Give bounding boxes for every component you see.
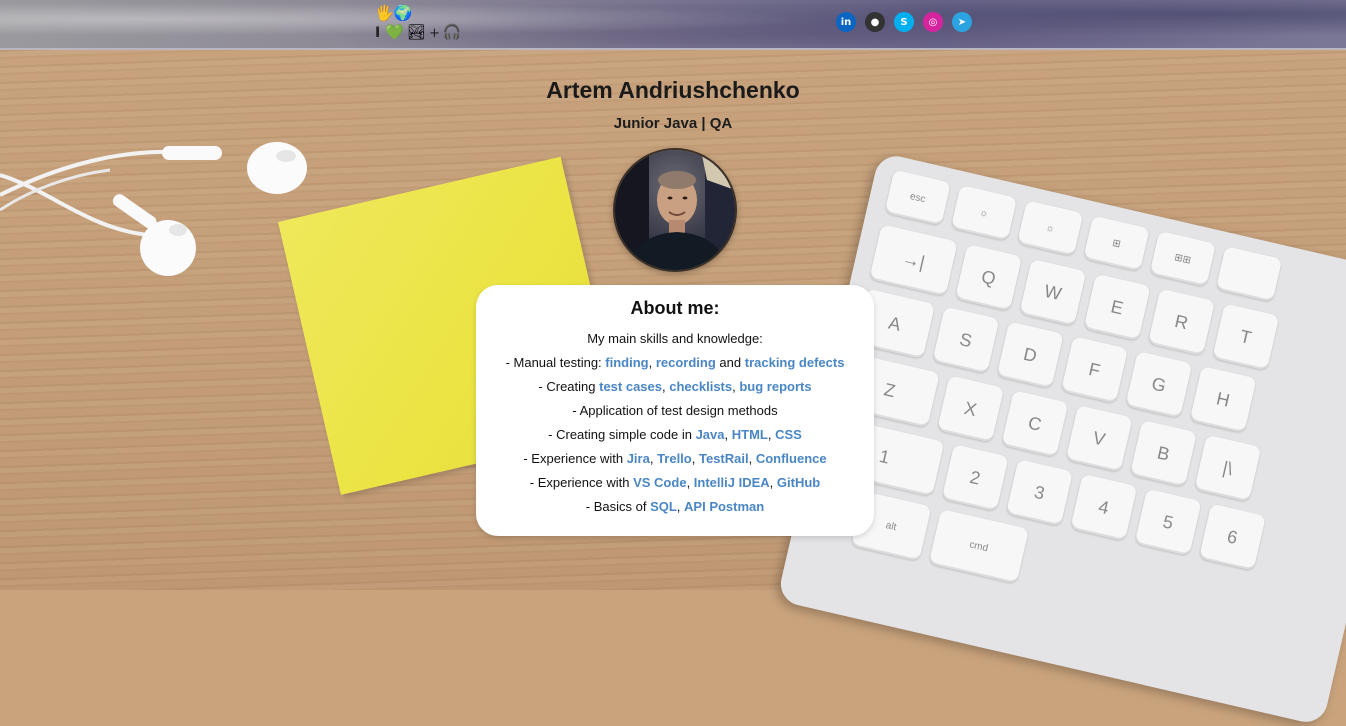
skill-text: , bbox=[748, 451, 756, 466]
skill-link[interactable]: tracking defects bbox=[745, 355, 845, 370]
keyboard-key: ⊞⊞ bbox=[1149, 230, 1216, 287]
skill-line: - Experience with VS Code, IntelliJ IDEA… bbox=[476, 474, 874, 498]
keyboard-key: →| bbox=[869, 224, 958, 297]
top-banner: 🖐 🌍 I 💚 🏞 + 🎧 in ● S ◎ ➤ bbox=[0, 0, 1346, 50]
keyboard-key: H bbox=[1189, 365, 1257, 434]
telegram-icon[interactable]: ➤ bbox=[952, 12, 972, 32]
profile-photo bbox=[615, 150, 735, 270]
keyboard-key: S bbox=[932, 306, 1000, 374]
keyboard-key: 6 bbox=[1198, 503, 1266, 571]
skill-text: , bbox=[676, 499, 685, 514]
keyboard-key: F bbox=[1060, 336, 1129, 404]
headphones-icon: 🎧 bbox=[442, 24, 462, 41]
keyboard-key: G bbox=[1125, 351, 1193, 419]
skill-link[interactable]: Java bbox=[696, 427, 725, 442]
skill-text: and bbox=[715, 355, 745, 370]
keyboard-key: 2 bbox=[941, 444, 1009, 512]
skill-text: - Creating bbox=[538, 379, 600, 394]
keyboard-key: W bbox=[1019, 258, 1087, 327]
keyboard-key: |\ bbox=[1194, 434, 1262, 502]
keyboard-key: X bbox=[936, 375, 1005, 443]
keyboard-key: T bbox=[1212, 303, 1280, 371]
avatar bbox=[615, 150, 735, 270]
keyboard-key: cmd bbox=[928, 508, 1029, 584]
keyboard-key bbox=[1215, 246, 1283, 303]
skill-line: My main skills and knowledge: bbox=[476, 330, 874, 354]
skill-link[interactable]: TestRail bbox=[699, 451, 749, 466]
skill-link[interactable]: IntelliJ IDEA bbox=[694, 475, 770, 490]
keyboard-key: R bbox=[1147, 288, 1216, 356]
social-links: in ● S ◎ ➤ bbox=[836, 12, 972, 32]
earbuds-image bbox=[0, 142, 307, 276]
skill-link[interactable]: VS Code bbox=[633, 475, 686, 490]
skill-line: - Basics of SQL, API Postman bbox=[476, 498, 874, 522]
keyboard-key: D bbox=[996, 321, 1064, 389]
skills-list: My main skills and knowledge: - Manual te… bbox=[476, 330, 874, 522]
skill-link[interactable]: API Postman bbox=[684, 499, 764, 514]
skill-link[interactable]: Jira bbox=[627, 451, 650, 466]
keyboard-key: V bbox=[1065, 405, 1133, 473]
skill-line: - Creating test cases, checklists, bug r… bbox=[476, 378, 874, 402]
skill-text: - Manual testing: bbox=[505, 355, 606, 370]
keyboard-key: 3 bbox=[1005, 459, 1074, 527]
skill-link[interactable]: finding bbox=[605, 355, 648, 370]
skill-line: - Application of test design methods bbox=[476, 402, 874, 426]
skill-text: My main skills and knowledge: bbox=[587, 331, 763, 346]
skill-text: , bbox=[691, 451, 699, 466]
skill-text: - Basics of bbox=[585, 499, 651, 514]
linkedin-icon[interactable]: in bbox=[836, 12, 856, 32]
profile-name: Artem Andriushchenko bbox=[546, 77, 800, 103]
github-icon[interactable]: ● bbox=[865, 12, 885, 32]
skill-text: - Application of test design methods bbox=[572, 403, 778, 418]
badge-i-text: I bbox=[375, 25, 381, 41]
skill-text: , bbox=[724, 427, 732, 442]
skill-link[interactable]: GitHub bbox=[777, 475, 820, 490]
skill-link[interactable]: Confluence bbox=[756, 451, 827, 466]
skill-line: - Manual testing: finding, recording and… bbox=[476, 354, 874, 378]
skill-text: , bbox=[649, 451, 658, 466]
skype-icon[interactable]: S bbox=[894, 12, 914, 32]
keyboard-key: 4 bbox=[1070, 473, 1138, 542]
skill-link[interactable]: bug reports bbox=[739, 379, 811, 394]
skill-link[interactable]: checklists bbox=[669, 379, 732, 394]
skill-link[interactable]: test cases bbox=[599, 379, 662, 394]
skill-text: , bbox=[767, 427, 776, 442]
skill-text: - Experience with bbox=[529, 475, 634, 490]
skill-link[interactable]: HTML bbox=[732, 427, 768, 442]
keyboard-key: ☼ bbox=[950, 184, 1018, 241]
skill-line: - Creating simple code in Java, HTML, CS… bbox=[476, 426, 874, 450]
skill-text: - Experience with bbox=[523, 451, 627, 466]
keyboard-key: esc bbox=[884, 169, 951, 226]
keyboard-key: 5 bbox=[1134, 488, 1202, 556]
globe-icon: 🌍 bbox=[393, 5, 413, 22]
skill-link[interactable]: CSS bbox=[775, 427, 802, 442]
keyboard-key: Q bbox=[954, 244, 1023, 312]
skill-link[interactable]: SQL bbox=[650, 499, 677, 514]
about-title: About me: bbox=[630, 298, 720, 318]
emoji-badge: 🖐 🌍 I 💚 🏞 + 🎧 bbox=[375, 3, 471, 43]
badge-plus: + bbox=[428, 25, 440, 41]
picture-icon: 🏞 bbox=[406, 24, 426, 41]
keyboard-key: C bbox=[1001, 390, 1069, 458]
green-heart-icon: 💚 bbox=[385, 24, 404, 41]
profile-role: Junior Java | QA bbox=[613, 115, 733, 132]
skill-text: , bbox=[648, 355, 656, 370]
skill-text: , bbox=[769, 475, 777, 490]
keyboard-key: E bbox=[1083, 273, 1151, 341]
skill-line: - Experience with Jira, Trello, TestRail… bbox=[476, 450, 874, 474]
about-card: About me: My main skills and knowledge: -… bbox=[476, 285, 874, 536]
keyboard-key: ⊞ bbox=[1083, 215, 1150, 272]
skill-link[interactable]: recording bbox=[656, 355, 716, 370]
keyboard-key: ☼ bbox=[1017, 200, 1084, 257]
skill-link[interactable]: Trello bbox=[657, 451, 692, 466]
skill-text: - Creating simple code in bbox=[548, 427, 696, 442]
instagram-icon[interactable]: ◎ bbox=[923, 12, 943, 32]
waving-hand-icon: 🖐 bbox=[375, 5, 394, 22]
keyboard-key: B bbox=[1129, 419, 1198, 488]
skill-text: , bbox=[686, 475, 694, 490]
